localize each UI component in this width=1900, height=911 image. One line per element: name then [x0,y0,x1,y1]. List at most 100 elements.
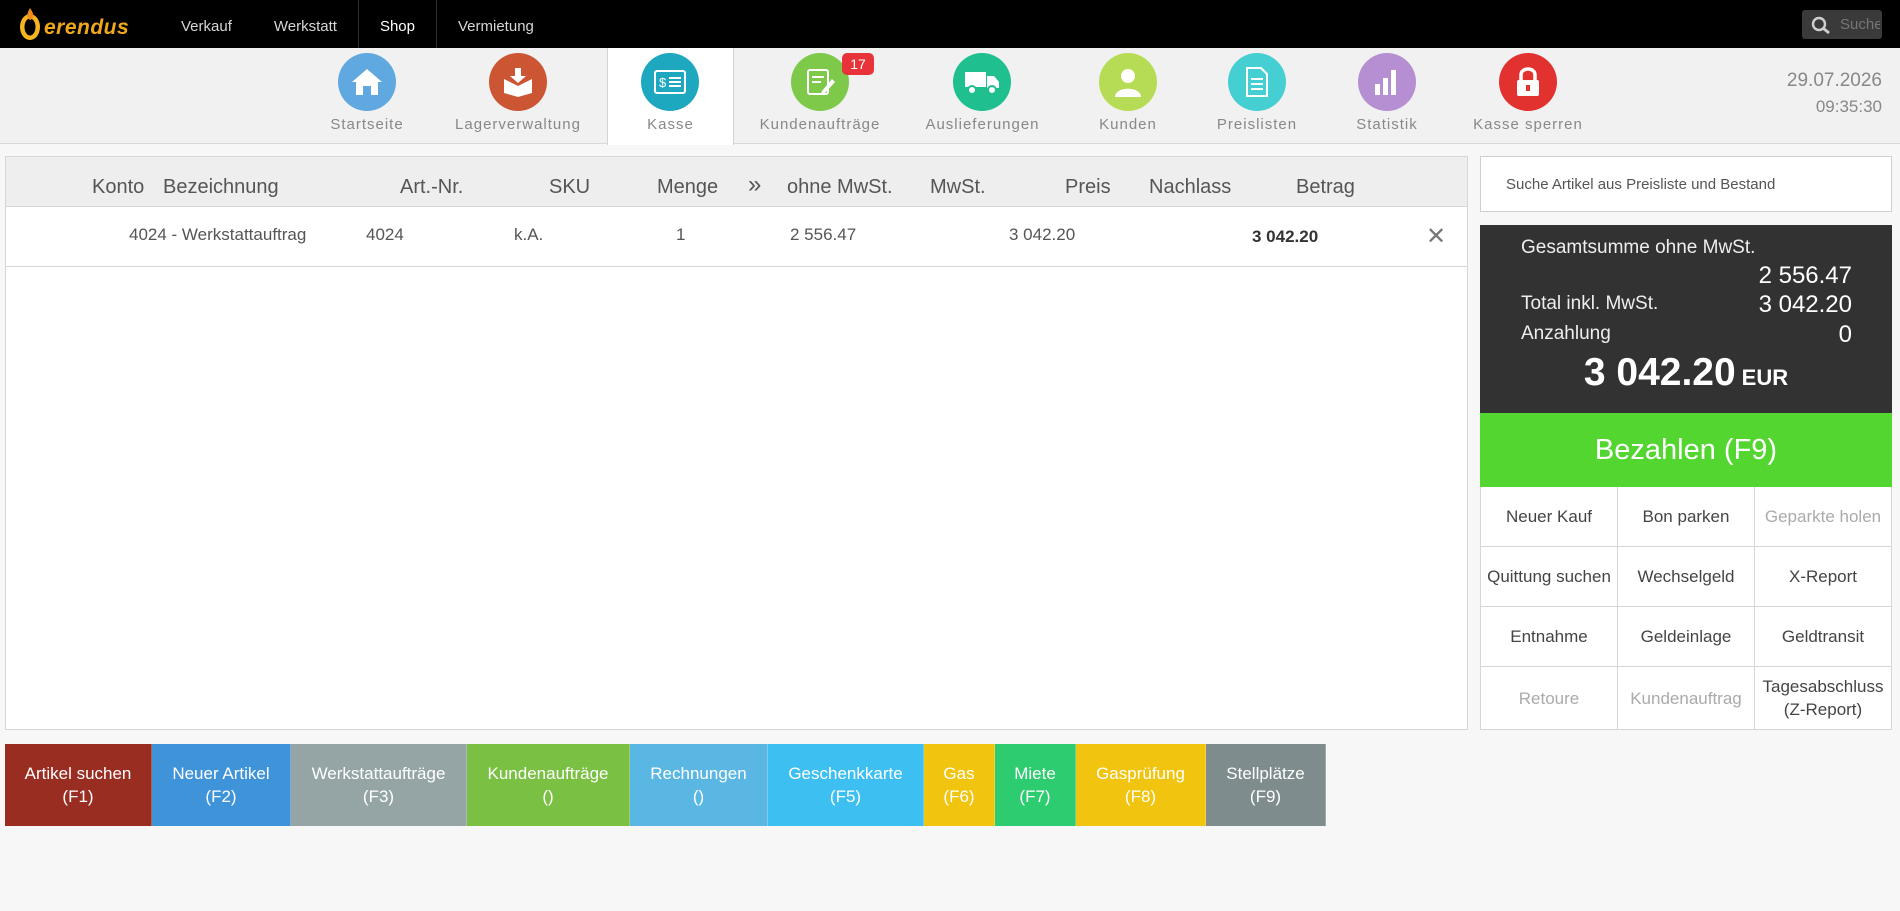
fetch-parked-button[interactable]: Geparkte holen [1755,487,1892,547]
cell-preis[interactable]: 3 042.20 [1009,225,1075,245]
gross-total-value: 3 042.20 [1758,291,1852,318]
fkey-stellplaetze[interactable]: Stellplätze (F9) [1206,744,1326,826]
warehouse-box-icon [489,53,547,111]
fkey-neuer-artikel[interactable]: Neuer Artikel (F2) [152,744,291,826]
fkey-kundenauftraege[interactable]: Kundenaufträge () [467,744,630,826]
lock-icon [1499,53,1557,111]
fkey-artikel-suchen[interactable]: Artikel suchen (F1) [5,744,152,826]
z-report-button[interactable]: Tagesabschluss (Z-Report) [1755,667,1892,730]
delivery-truck-icon [953,53,1011,111]
order-edit-icon [791,53,849,111]
header-search [1802,10,1882,39]
module-kunden[interactable]: Kunden [1083,48,1173,144]
main-nav: Verkauf Werkstatt Shop Vermietung [160,0,555,48]
bar-chart-icon [1358,53,1416,111]
cell-menge[interactable]: 1 [676,225,685,245]
column-header-sku: SKU [549,176,591,198]
header-search-input[interactable] [1840,10,1880,39]
fkey-miete[interactable]: Miete (F7) [995,744,1076,826]
currency-label: EUR [1741,365,1789,390]
fkey-label: Gas [943,764,975,783]
park-receipt-button[interactable]: Bon parken [1618,487,1755,547]
z-report-label: Tagesabschluss [1762,677,1884,696]
nav-werkstatt[interactable]: Werkstatt [253,0,358,48]
fkey-shortcut: (F2) [205,787,237,806]
fkey-label: Geschenkkarte [788,764,903,783]
fkey-label: Kundenaufträge [487,764,609,783]
module-statistik[interactable]: Statistik [1342,48,1432,144]
table-row[interactable]: 4024 - Werkstattauftrag 4024 k.A. 1 2 55… [6,207,1467,267]
fkey-werkstattauftraege[interactable]: Werkstattaufträge (F3) [291,744,467,826]
fkey-rechnungen[interactable]: Rechnungen () [630,744,768,826]
module-label: Statistik [1356,116,1418,133]
nav-shop[interactable]: Shop [357,0,437,48]
column-header-ohne-mwst: ohne MwSt. [787,176,893,198]
module-kasse-sperren[interactable]: Kasse sperren [1460,48,1596,144]
top-navbar: erendus Verkauf Werkstatt Shop Vermietun… [0,0,1900,48]
cart-table: Konto Bezeichnung Art.-Nr. SKU Menge » o… [5,156,1468,730]
column-header-betrag: Betrag [1296,176,1355,198]
pay-button[interactable]: Bezahlen (F9) [1480,413,1892,487]
module-label: Kunden [1099,116,1157,133]
module-kundenauftraege[interactable]: 17 Kundenaufträge [750,48,890,144]
module-startseite[interactable]: Startseite [322,48,412,144]
module-label: Kasse sperren [1473,116,1583,133]
module-label: Kasse [647,116,694,133]
fkey-label: Stellplätze [1226,764,1305,783]
fkey-label: Miete [1014,764,1056,783]
cash-transit-button[interactable]: Geldtransit [1755,607,1892,667]
fkey-shortcut: (F8) [1124,787,1157,806]
search-icon[interactable] [1811,16,1831,34]
grand-total: 3 042.20 EUR [1480,351,1892,395]
cell-betrag: 3 042.20 [1252,227,1319,246]
return-button[interactable]: Retoure [1481,667,1618,730]
module-label: Kundenaufträge [759,116,881,133]
column-header-menge: Menge [657,176,719,198]
module-preislisten[interactable]: Preislisten [1207,48,1307,144]
deposit-value: 0 [1838,321,1852,348]
expand-columns-icon[interactable]: » [748,171,761,199]
article-search-input[interactable] [1481,157,1891,211]
withdrawal-button[interactable]: Entnahme [1481,607,1618,667]
cell-art-nr: 4024 [366,225,404,244]
fkey-shortcut: (F3) [362,787,395,806]
new-purchase-button[interactable]: Neuer Kauf [1481,487,1618,547]
fkey-shortcut: () [692,787,705,806]
fkey-label: Rechnungen [650,764,747,783]
nav-vermietung[interactable]: Vermietung [437,0,555,48]
change-money-button[interactable]: Wechselgeld [1618,547,1755,607]
remove-item-icon[interactable]: ✕ [1426,225,1446,249]
fkey-label: Werkstattaufträge [311,764,446,783]
column-header-bezeichnung: Bezeichnung [163,176,279,198]
fkey-geschenkkarte[interactable]: Geschenkkarte (F5) [768,744,924,826]
x-report-button[interactable]: X-Report [1755,547,1892,607]
nav-verkauf[interactable]: Verkauf [160,0,253,48]
fkey-shortcut: () [542,787,554,806]
cell-bezeichnung: 4024 - Werkstattauftrag [129,225,307,244]
grand-total-amount: 3 042.20 [1583,351,1736,394]
fkey-gas[interactable]: Gas (F6) [924,744,995,826]
z-report-sublabel: (Z-Report) [1783,700,1863,719]
current-date: 29.07.2026 [1786,70,1882,91]
customer-order-button[interactable]: Kundenauftrag [1618,667,1755,730]
fkey-gaspruefung[interactable]: Gasprüfung (F8) [1076,744,1206,826]
module-bar: Startseite Lagerverwaltung $ Kasse 17 Ku… [0,48,1900,145]
article-search [1480,156,1892,212]
net-total-label: Gesamtsumme ohne MwSt. [1521,237,1756,258]
search-receipt-button[interactable]: Quittung suchen [1481,547,1618,607]
fkey-shortcut: (F1) [62,787,94,806]
module-label: Auslieferungen [925,116,1040,133]
document-icon [1228,53,1286,111]
module-auslieferungen[interactable]: Auslieferungen [915,48,1050,144]
deposit-label: Anzahlung [1521,323,1611,344]
home-icon [338,53,396,111]
column-header-konto: Konto [92,176,145,198]
action-grid: Neuer Kauf Bon parken Geparkte holen Qui… [1480,487,1892,730]
function-key-bar: Artikel suchen (F1) Neuer Artikel (F2) W… [5,744,1326,826]
module-kasse[interactable]: $ Kasse [607,48,734,145]
verendus-logo[interactable]: erendus [18,6,129,42]
column-header-mwst: MwSt. [930,176,986,198]
cash-deposit-button[interactable]: Geldeinlage [1618,607,1755,667]
module-lagerverwaltung[interactable]: Lagerverwaltung [448,48,588,144]
module-label: Lagerverwaltung [455,116,581,133]
